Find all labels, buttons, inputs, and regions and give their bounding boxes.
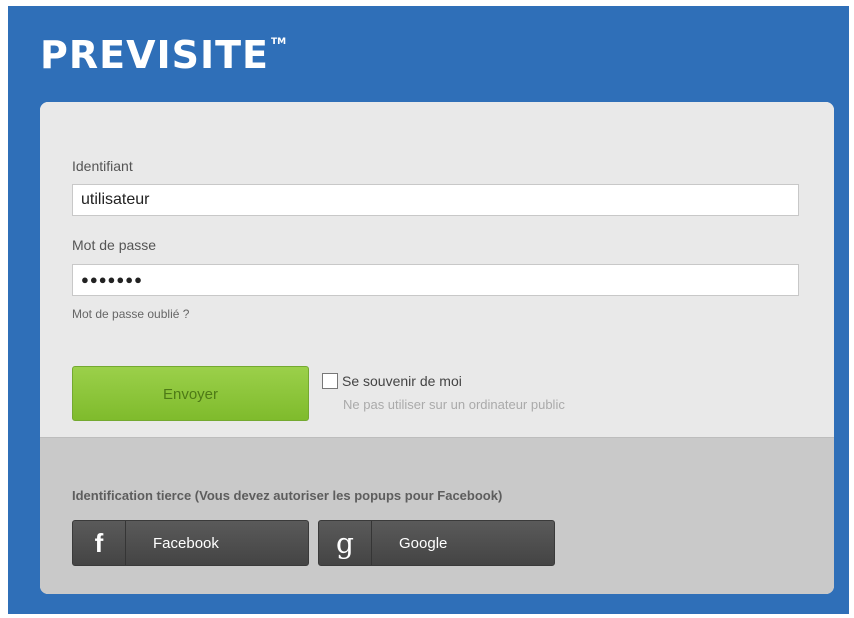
password-label: Mot de passe — [72, 237, 157, 253]
page-background: PRE VISITE TM Identifiant Mot de passe ●… — [8, 6, 849, 614]
third-party-title: Identification tierce (Vous devez autori… — [72, 488, 503, 503]
login-panel: Identifiant Mot de passe ●●●●●●● Mot de … — [40, 102, 834, 594]
third-party-section — [40, 437, 834, 594]
facebook-login-button[interactable]: f Facebook — [72, 520, 309, 566]
remember-me-option[interactable]: Se souvenir de moi — [322, 373, 462, 389]
previsite-logo: PRE VISITE TM — [40, 31, 286, 79]
logo-text-visite: VISITE — [126, 33, 270, 77]
google-login-button[interactable]: g Google — [318, 520, 555, 566]
submit-button[interactable]: Envoyer — [72, 366, 309, 421]
remember-me-label[interactable]: Se souvenir de moi — [342, 373, 462, 389]
google-button-label: Google — [399, 534, 448, 552]
username-label: Identifiant — [72, 158, 133, 174]
logo-text-pre: PRE — [40, 33, 127, 77]
forgot-password-link[interactable]: Mot de passe oublié ? — [72, 307, 189, 321]
facebook-button-label: Facebook — [153, 534, 219, 552]
facebook-icon: f — [73, 521, 126, 565]
password-input[interactable]: ●●●●●●● — [72, 264, 799, 296]
username-input[interactable] — [72, 184, 799, 216]
google-icon: g — [319, 521, 372, 565]
remember-me-hint: Ne pas utiliser sur un ordinateur public — [343, 397, 565, 412]
remember-me-checkbox[interactable] — [322, 373, 338, 389]
logo-trademark: TM — [271, 37, 287, 47]
